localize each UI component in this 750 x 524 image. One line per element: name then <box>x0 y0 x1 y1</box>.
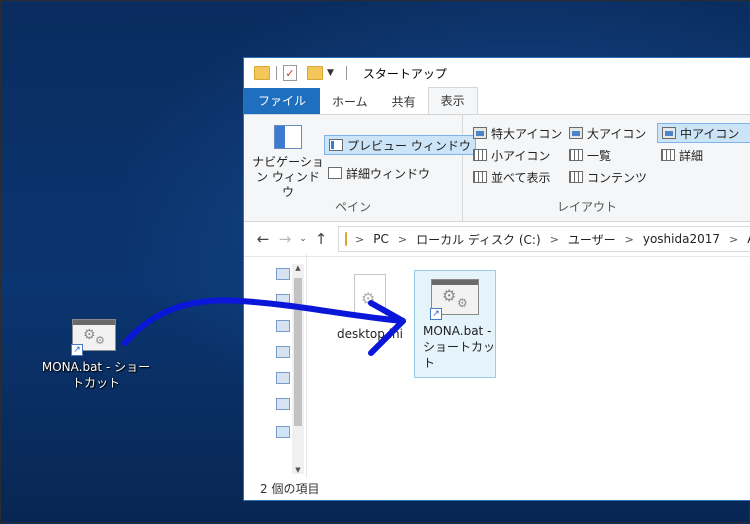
desktop: ⚙ ⚙ ↗ MONA.bat - ショートカット ✓ ▼ スタートアップ ファイ… <box>0 0 750 523</box>
drag-annotation-arrow <box>122 297 406 356</box>
